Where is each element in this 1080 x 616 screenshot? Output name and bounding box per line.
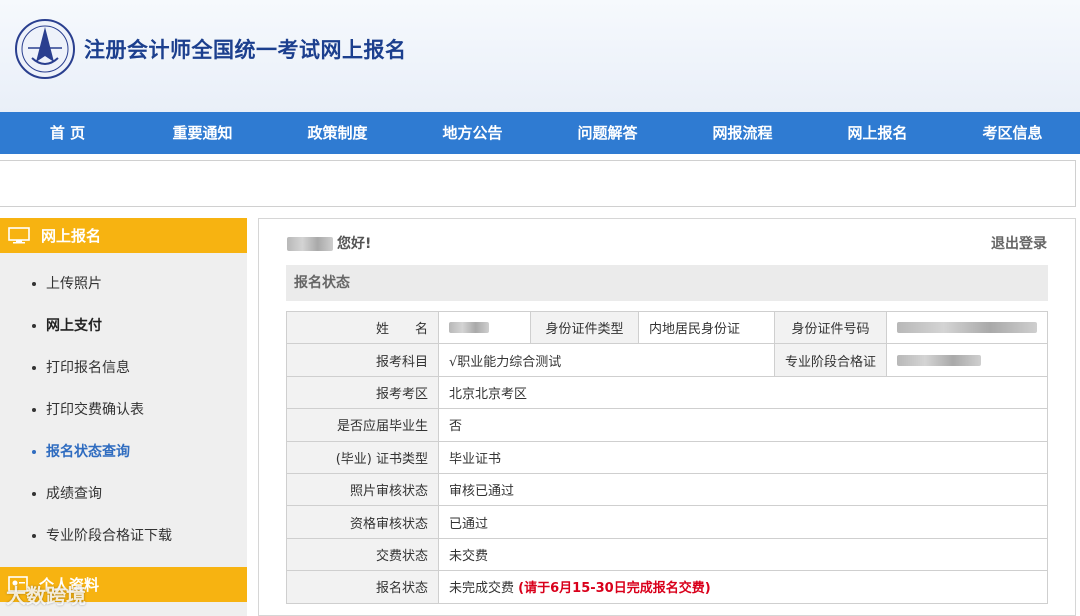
table-row: (毕业) 证书类型 毕业证书 bbox=[286, 440, 1048, 474]
name-redacted bbox=[449, 322, 489, 334]
table-row: 报考考区 北京北京考区 bbox=[286, 375, 1048, 410]
sidebar-item-certificate-download[interactable]: 专业阶段合格证下载 bbox=[0, 515, 247, 557]
nav-process[interactable]: 网报流程 bbox=[675, 112, 810, 154]
exam-area-label: 报考考区 bbox=[286, 375, 439, 410]
qualification-review-label: 资格审核状态 bbox=[286, 505, 439, 539]
sidebar-item-score-query[interactable]: 成绩查询 bbox=[0, 473, 247, 515]
subject-label: 报考科目 bbox=[286, 343, 439, 377]
nav-exam-areas[interactable]: 考区信息 bbox=[945, 112, 1080, 154]
fee-status-label: 交费状态 bbox=[286, 537, 439, 572]
id-number-redacted bbox=[897, 322, 1037, 334]
certificate-redacted bbox=[897, 354, 981, 366]
sidebar-item-status-query[interactable]: 报名状态查询 bbox=[0, 431, 247, 473]
nav-policies[interactable]: 政策制度 bbox=[270, 112, 405, 154]
main-nav: 首 页 重要通知 政策制度 地方公告 问题解答 网报流程 网上报名 考区信息 bbox=[0, 112, 1080, 154]
greeting-text: 您好! bbox=[337, 236, 372, 252]
registration-status-label: 报名状态 bbox=[286, 570, 439, 604]
certificate-type-value: 毕业证书 bbox=[438, 440, 1048, 474]
name-label: 姓 名 bbox=[286, 310, 439, 345]
bullet-icon bbox=[32, 324, 36, 328]
exam-area-value: 北京北京考区 bbox=[438, 375, 1048, 410]
photo-review-value: 审核已通过 bbox=[438, 472, 1048, 507]
bullet-icon bbox=[32, 534, 36, 538]
table-row: 照片审核状态 审核已通过 bbox=[286, 472, 1048, 507]
user-name-redacted bbox=[287, 237, 333, 251]
registration-status-text: 未完成交费 bbox=[449, 581, 515, 597]
cicpa-logo-icon[interactable] bbox=[14, 18, 76, 80]
nav-faq[interactable]: 问题解答 bbox=[540, 112, 675, 154]
graduate-value: 否 bbox=[438, 408, 1048, 442]
certificate-label: 专业阶段合格证 bbox=[774, 343, 887, 377]
bullet-icon bbox=[32, 408, 36, 412]
nav-home[interactable]: 首 页 bbox=[0, 112, 135, 154]
nav-notices[interactable]: 重要通知 bbox=[135, 112, 270, 154]
table-row: 报考科目 √职业能力综合测试 专业阶段合格证 bbox=[286, 343, 1048, 377]
sidebar-header-label: 网上报名 bbox=[41, 227, 102, 245]
sidebar-menu: 上传照片 网上支付 打印报名信息 打印交费确认表 报名状态查询 成绩查询 专业阶… bbox=[0, 253, 247, 557]
notice-bar bbox=[0, 160, 1076, 207]
main-panel: 您好! 退出登录 报名状态 姓 名 身份证件类型 内地居民身份证 身份证件号码 … bbox=[258, 218, 1076, 616]
greeting-row: 您好! 退出登录 bbox=[287, 233, 1047, 255]
id-type-label: 身份证件类型 bbox=[530, 310, 639, 345]
sidebar-header: 网上报名 bbox=[0, 218, 247, 253]
table-row: 姓 名 身份证件类型 内地居民身份证 身份证件号码 bbox=[286, 310, 1048, 345]
certificate-type-label: (毕业) 证书类型 bbox=[286, 440, 439, 474]
watermark-text: 大数跨境 bbox=[6, 584, 86, 608]
payment-deadline-note: (请于6月15-30日完成报名交费) bbox=[518, 581, 711, 597]
table-row: 是否应届毕业生 否 bbox=[286, 408, 1048, 442]
qualification-review-value: 已通过 bbox=[438, 505, 1048, 539]
table-row: 交费状态 未交费 bbox=[286, 537, 1048, 572]
monitor-icon bbox=[8, 227, 30, 244]
bullet-icon bbox=[32, 282, 36, 286]
status-section-title: 报名状态 bbox=[286, 265, 1048, 301]
site-header: 注册会计师全国统一考试网上报名 bbox=[0, 0, 1080, 112]
bullet-icon bbox=[32, 366, 36, 370]
bullet-icon bbox=[32, 450, 36, 454]
logout-link[interactable]: 退出登录 bbox=[991, 233, 1047, 253]
photo-review-label: 照片审核状态 bbox=[286, 472, 439, 507]
sidebar-item-print-fee-confirmation[interactable]: 打印交费确认表 bbox=[0, 389, 247, 431]
table-row: 资格审核状态 已通过 bbox=[286, 505, 1048, 539]
registration-status-table: 姓 名 身份证件类型 内地居民身份证 身份证件号码 报考科目 √职业能力综合测试… bbox=[286, 310, 1048, 604]
name-value bbox=[438, 310, 531, 345]
table-row: 报名状态 未完成交费 (请于6月15-30日完成报名交费) bbox=[286, 570, 1048, 604]
sidebar-item-online-payment[interactable]: 网上支付 bbox=[0, 305, 247, 347]
sidebar-item-print-registration[interactable]: 打印报名信息 bbox=[0, 347, 247, 389]
subject-value: √职业能力综合测试 bbox=[438, 343, 775, 377]
sidebar: 网上报名 上传照片 网上支付 打印报名信息 打印交费确认表 报名状态查询 成绩查… bbox=[0, 218, 247, 616]
certificate-value bbox=[886, 343, 1048, 377]
graduate-label: 是否应届毕业生 bbox=[286, 408, 439, 442]
id-type-value: 内地居民身份证 bbox=[638, 310, 775, 345]
registration-status-value: 未完成交费 (请于6月15-30日完成报名交费) bbox=[438, 570, 1048, 604]
site-title: 注册会计师全国统一考试网上报名 bbox=[84, 38, 407, 62]
nav-online-registration[interactable]: 网上报名 bbox=[810, 112, 945, 154]
id-number-value bbox=[886, 310, 1048, 345]
fee-status-value: 未交费 bbox=[438, 537, 1048, 572]
id-number-label: 身份证件号码 bbox=[774, 310, 887, 345]
sidebar-item-upload-photo[interactable]: 上传照片 bbox=[0, 263, 247, 305]
bullet-icon bbox=[32, 492, 36, 496]
nav-local-announcements[interactable]: 地方公告 bbox=[405, 112, 540, 154]
